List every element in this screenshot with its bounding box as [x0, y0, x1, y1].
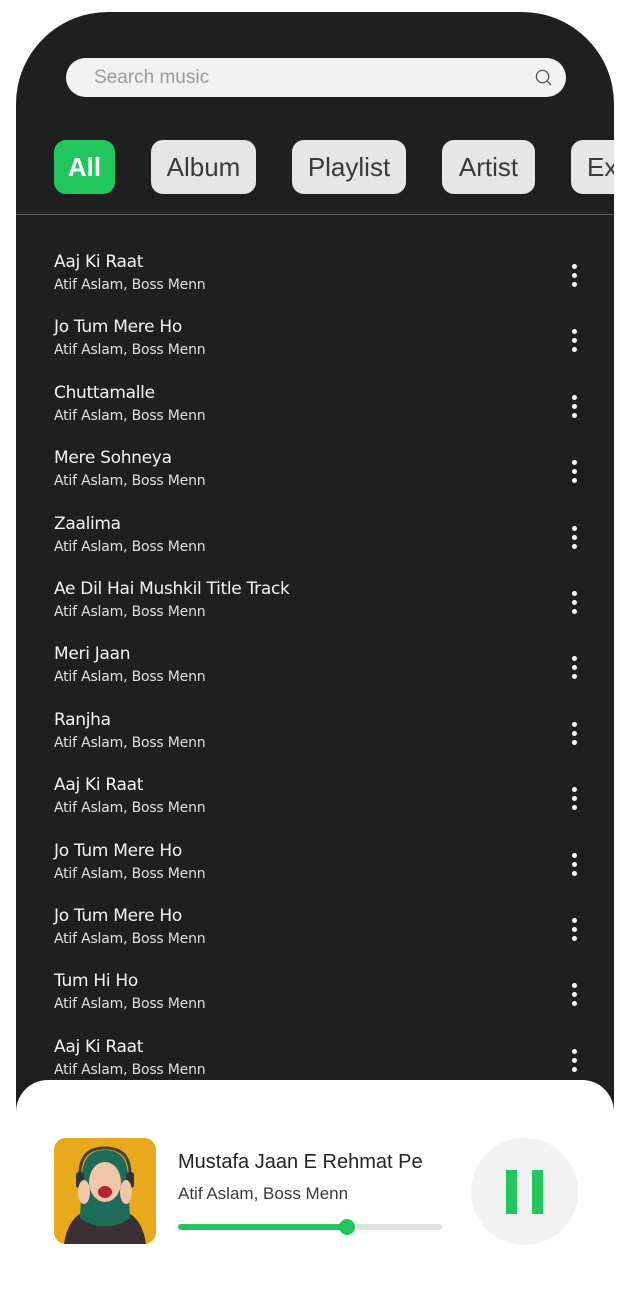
- more-options-icon[interactable]: [564, 589, 584, 615]
- song-artist: Atif Aslam, Boss Menn: [54, 473, 206, 490]
- progress-slider[interactable]: [178, 1219, 442, 1235]
- song-row[interactable]: Zaalima Atif Aslam, Boss Menn: [16, 514, 614, 579]
- song-title: Zaalima: [54, 513, 121, 534]
- song-row[interactable]: Aaj Ki Raat Atif Aslam, Boss Menn: [16, 252, 614, 317]
- song-title: Aaj Ki Raat: [54, 1036, 144, 1057]
- progress-fill: [178, 1224, 347, 1230]
- more-options-icon[interactable]: [564, 851, 584, 877]
- chip-playlist[interactable]: Playlist: [292, 140, 406, 194]
- song-title: Meri Jaan: [54, 644, 131, 665]
- song-artist: Atif Aslam, Boss Menn: [54, 604, 206, 620]
- album-art-image: [54, 1138, 156, 1244]
- pause-button[interactable]: [471, 1138, 578, 1245]
- song-title: Tum Hi Ho: [54, 971, 138, 992]
- song-artist: Atif Aslam, Boss Menn: [54, 342, 206, 359]
- search-bar[interactable]: [66, 58, 566, 97]
- song-title: Jo Tum Mere Ho: [54, 317, 182, 338]
- song-artist: Atif Aslam, Boss Menn: [54, 538, 206, 555]
- song-title: Mere Sohneya: [54, 448, 172, 469]
- song-title: Ae Dil Hai Mushkil Title Track: [54, 579, 290, 599]
- more-options-icon[interactable]: [564, 720, 584, 746]
- more-options-icon[interactable]: [564, 654, 584, 680]
- search-input[interactable]: [94, 58, 514, 97]
- now-playing-title: Mustafa Jaan E Rehmat Pe: [178, 1151, 423, 1173]
- song-artist: Atif Aslam, Boss Menn: [54, 800, 206, 817]
- song-row[interactable]: Jo Tum Mere Ho Atif Aslam, Boss Menn: [16, 906, 614, 971]
- song-row[interactable]: Mere Sohneya Atif Aslam, Boss Menn: [16, 448, 614, 513]
- song-row[interactable]: Jo Tum Mere Ho Atif Aslam, Boss Menn: [16, 841, 614, 906]
- divider: [16, 214, 614, 215]
- song-artist: Atif Aslam, Boss Menn: [54, 1061, 206, 1078]
- more-options-icon[interactable]: [564, 458, 584, 484]
- more-options-icon[interactable]: [564, 524, 584, 550]
- song-artist: Atif Aslam, Boss Menn: [54, 669, 206, 686]
- more-options-icon[interactable]: [564, 327, 584, 353]
- song-artist: Atif Aslam, Boss Menn: [54, 996, 206, 1013]
- song-artist: Atif Aslam, Boss Menn: [54, 734, 206, 751]
- song-title: Jo Tum Mere Ho: [54, 906, 182, 926]
- song-title: Chuttamalle: [54, 382, 155, 403]
- song-row[interactable]: Meri Jaan Atif Aslam, Boss Menn: [16, 644, 614, 709]
- song-title: Jo Tum Mere Ho: [54, 840, 182, 861]
- song-row[interactable]: Jo Tum Mere Ho Atif Aslam, Boss Menn: [16, 317, 614, 382]
- now-playing-bar: Mustafa Jaan E Rehmat Pe Atif Aslam, Bos…: [16, 1080, 614, 1300]
- song-title: Ranjha: [54, 709, 111, 730]
- more-options-icon[interactable]: [564, 393, 584, 419]
- search-icon[interactable]: [534, 68, 553, 87]
- more-options-icon[interactable]: [564, 981, 584, 1007]
- song-title: Aaj Ki Raat: [54, 252, 144, 272]
- song-artist: Atif Aslam, Boss Menn: [54, 407, 206, 424]
- song-row[interactable]: Ranjha Atif Aslam, Boss Menn: [16, 710, 614, 775]
- song-row[interactable]: Tum Hi Ho Atif Aslam, Boss Menn: [16, 971, 614, 1036]
- chip-explore[interactable]: Ex: [571, 140, 614, 194]
- more-options-icon[interactable]: [564, 1047, 584, 1073]
- song-artist: Atif Aslam, Boss Menn: [54, 277, 206, 293]
- more-options-icon[interactable]: [564, 785, 584, 811]
- more-options-icon[interactable]: [564, 916, 584, 942]
- song-artist: Atif Aslam, Boss Menn: [54, 931, 206, 947]
- chip-album[interactable]: Album: [151, 140, 256, 194]
- more-options-icon[interactable]: [564, 262, 584, 288]
- song-row[interactable]: Ae Dil Hai Mushkil Title Track Atif Aslam…: [16, 579, 614, 644]
- progress-thumb[interactable]: [338, 1219, 355, 1235]
- song-row[interactable]: Chuttamalle Atif Aslam, Boss Menn: [16, 383, 614, 448]
- now-playing-artist: Atif Aslam, Boss Menn: [178, 1184, 349, 1203]
- song-artist: Atif Aslam, Boss Menn: [54, 865, 206, 882]
- chip-artist[interactable]: Artist: [442, 140, 535, 194]
- chip-all[interactable]: All: [54, 140, 115, 194]
- song-title: Aaj Ki Raat: [54, 775, 144, 796]
- song-row[interactable]: Aaj Ki Raat Atif Aslam, Boss Menn: [16, 775, 614, 840]
- album-art[interactable]: [54, 1138, 156, 1244]
